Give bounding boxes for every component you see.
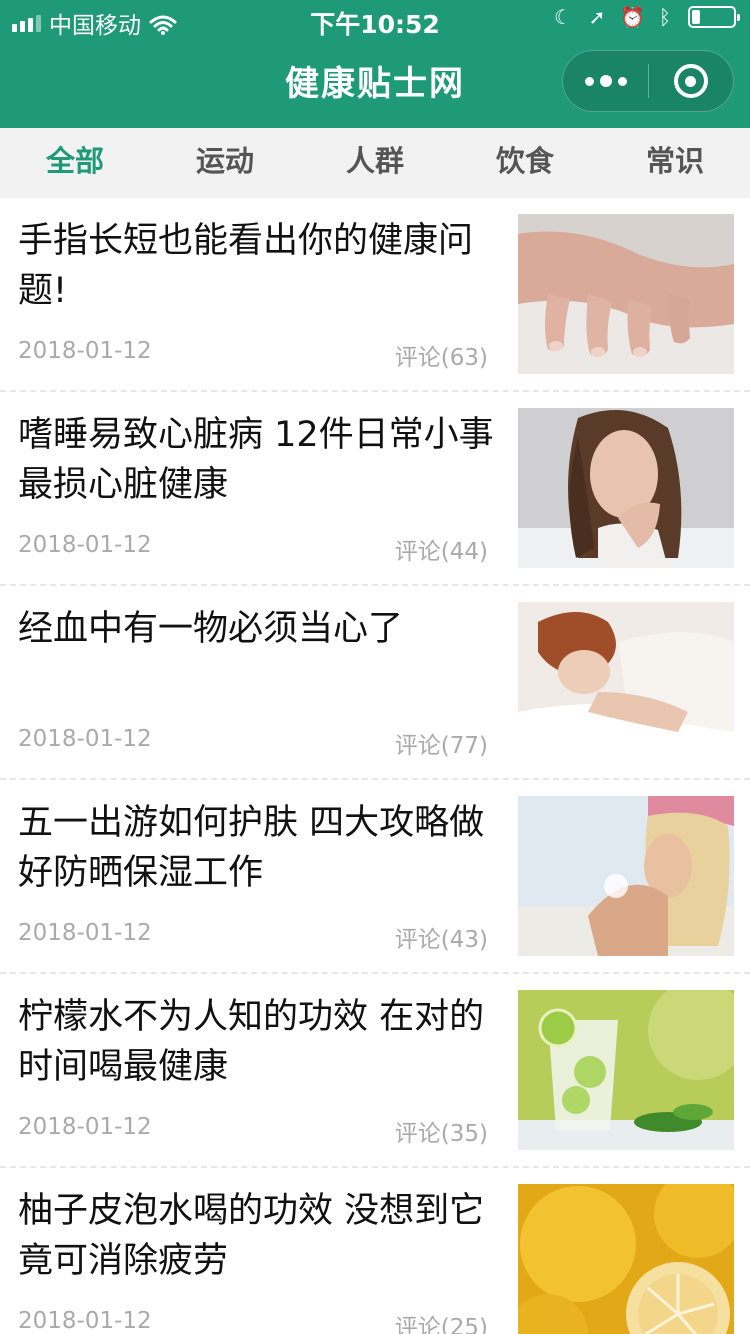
article-date: 2018-01-12: [18, 1114, 152, 1140]
sleeping-woman-photo-image: [518, 602, 734, 762]
article-item[interactable]: 嗜睡易致心脏病 12件日常小事最损心脏健康 2018-01-12 评论(44): [0, 392, 750, 586]
article-item[interactable]: 经血中有一物必须当心了 2018-01-12 评论(77): [0, 586, 750, 780]
top-bar: 中国移动 下午10:52 ☾ ➚ ⏰ ᛒ 健康贴士网: [0, 0, 750, 128]
article-thumbnail: [518, 602, 734, 762]
status-bar: 中国移动 下午10:52 ☾ ➚ ⏰ ᛒ: [0, 0, 750, 40]
article-thumbnail: [518, 1184, 734, 1334]
article-thumbnail: [518, 990, 734, 1150]
article-title: 经血中有一物必须当心了: [18, 609, 404, 649]
location-icon: ➚: [588, 5, 606, 29]
alarm-icon: ⏰: [620, 5, 645, 29]
category-tabs: 全部 运动 人群 饮食 常识: [0, 128, 750, 198]
target-icon: [673, 64, 708, 98]
article-title: 嗜睡易致心脏病 12件日常小事最损心脏健康: [18, 415, 494, 505]
close-miniprogram-button[interactable]: [649, 50, 733, 112]
hand-photo-image: [518, 214, 734, 374]
tab-all[interactable]: 全部: [0, 128, 150, 198]
article-comment-count: 评论(43): [394, 927, 488, 953]
bluetooth-icon: ᛒ: [659, 5, 671, 29]
sunscreen-woman-photo-image: [518, 796, 734, 956]
article-date: 2018-01-12: [18, 726, 152, 752]
article-comment-count: 评论(25): [394, 1315, 488, 1334]
article-thumbnail: [518, 214, 734, 374]
article-thumbnail: [518, 796, 734, 956]
article-comment-count: 评论(63): [394, 345, 488, 371]
grapefruit-photo-image: [518, 1184, 734, 1334]
miniprogram-capsule: [562, 50, 734, 112]
article-item[interactable]: 柠檬水不为人知的功效 在对的时间喝最健康 2018-01-12 评论(35): [0, 974, 750, 1168]
article-title: 柠檬水不为人知的功效 在对的时间喝最健康: [18, 997, 485, 1087]
article-date: 2018-01-12: [18, 920, 152, 946]
article-item[interactable]: 五一出游如何护肤 四大攻略做好防晒保湿工作 2018-01-12 评论(43): [0, 780, 750, 974]
tab-diet[interactable]: 饮食: [450, 128, 600, 198]
article-date: 2018-01-12: [18, 532, 152, 558]
article-thumbnail: [518, 408, 734, 568]
battery-icon: [688, 6, 740, 28]
article-date: 2018-01-12: [18, 1308, 152, 1334]
article-title: 五一出游如何护肤 四大攻略做好防晒保湿工作: [18, 803, 485, 893]
tab-people[interactable]: 人群: [300, 128, 450, 198]
article-comment-count: 评论(77): [394, 733, 488, 759]
woman-toothache-photo-image: [518, 408, 734, 568]
article-comment-count: 评论(35): [394, 1121, 488, 1147]
article-title: 手指长短也能看出你的健康问题!: [18, 221, 474, 311]
article-item[interactable]: 手指长短也能看出你的健康问题! 2018-01-12 评论(63): [0, 198, 750, 392]
tab-common-sense[interactable]: 常识: [600, 128, 750, 198]
article-title: 柚子皮泡水喝的功效 没想到它竟可消除疲劳: [18, 1191, 485, 1281]
lemon-water-photo-image: [518, 990, 734, 1150]
more-icon[interactable]: [563, 50, 648, 112]
moon-icon: ☾: [554, 5, 572, 29]
article-list: 手指长短也能看出你的健康问题! 2018-01-12 评论(63) 嗜睡易致心脏…: [0, 198, 750, 1334]
article-comment-count: 评论(44): [394, 539, 488, 565]
tab-sports[interactable]: 运动: [150, 128, 300, 198]
article-date: 2018-01-12: [18, 338, 152, 364]
article-item[interactable]: 柚子皮泡水喝的功效 没想到它竟可消除疲劳 2018-01-12 评论(25): [0, 1168, 750, 1334]
